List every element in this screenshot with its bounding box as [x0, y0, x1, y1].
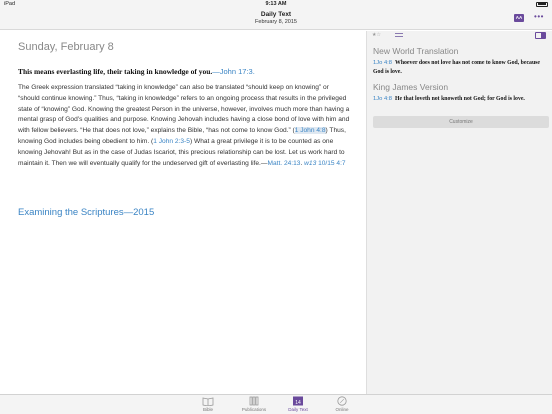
verse-text: Whoever does not love has not come to kn… [373, 60, 540, 75]
theme-reference-link[interactable]: —John 17:3. [212, 67, 255, 76]
clock: 9:13 AM [265, 1, 287, 7]
translation-verse: 1Jo 4:8 Whoever does not love has not com… [373, 59, 549, 76]
compass-icon [337, 396, 347, 406]
translation-name[interactable]: New World Translation [373, 46, 458, 56]
scripture-reference-link[interactable]: Matt. 24:13 [267, 160, 300, 167]
highlighted-scripture-link[interactable]: 1 John 4:8 [294, 127, 326, 135]
tab-bar: Bible Publications 14 Daily Text Online [0, 394, 552, 414]
scripture-reference-link[interactable]: 10/15 4:7 [316, 160, 346, 167]
more-options-button[interactable]: ••• [532, 13, 546, 22]
status-bar: iPad 9:13 AM [0, 0, 552, 8]
page-title: Daily Text [260, 11, 292, 18]
book-icon [202, 397, 214, 406]
parallel-translations-panel: ★☆ New World Translation 1Jo 4:8 Whoever … [366, 31, 552, 394]
source-publication-link[interactable]: Examining the Scriptures—2015 [18, 207, 154, 218]
tab-label: Publications [241, 407, 267, 412]
tab-online[interactable]: Online [322, 396, 362, 414]
tab-bible[interactable]: Bible [188, 396, 228, 414]
translation-name[interactable]: King James Version [373, 82, 448, 92]
commentary-paragraph: The Greek expression translated “taking … [18, 83, 350, 169]
scripture-reference-link[interactable]: 1 John 2:3-5 [153, 138, 190, 145]
menu-lines-icon[interactable] [395, 33, 403, 37]
verse-text: He that loveth not knoweth not God; for … [395, 96, 525, 102]
translation-verse: 1Jo 4:8 He that loveth not knoweth not Go… [373, 95, 549, 104]
tab-label: Bible [202, 407, 213, 412]
publication-reference-link[interactable]: w13 [304, 160, 316, 167]
page-subtitle: February 8, 2015 [255, 19, 297, 25]
tab-publications[interactable]: Publications [234, 396, 274, 414]
tab-daily-text[interactable]: 14 Daily Text [278, 396, 318, 414]
tab-label: Online [335, 407, 349, 412]
calendar-day: 14 [295, 400, 301, 406]
verse-reference[interactable]: 1Jo 4:8 [373, 96, 392, 102]
navigation-bar: Daily Text February 8, 2015 AA ••• [0, 8, 552, 30]
date-heading: Sunday, February 8 [18, 41, 114, 53]
tab-label: Daily Text [288, 407, 308, 412]
theme-scripture: This means everlasting life, their takin… [18, 67, 358, 76]
text-size-button[interactable]: AA [514, 14, 524, 22]
daily-text-content: Sunday, February 8 This means everlastin… [0, 31, 366, 394]
theme-text: This means everlasting life, their takin… [18, 67, 213, 76]
battery-icon [536, 1, 548, 7]
customize-button[interactable]: Customize [373, 116, 549, 128]
toggle-panel-icon[interactable] [535, 32, 546, 39]
verse-reference[interactable]: 1Jo 4:8 [373, 60, 392, 66]
bookmark-icon[interactable]: ★☆ [372, 32, 381, 38]
calendar-icon: 14 [293, 396, 303, 406]
library-icon [249, 396, 259, 406]
panel-toolbar: ★☆ [367, 31, 552, 41]
